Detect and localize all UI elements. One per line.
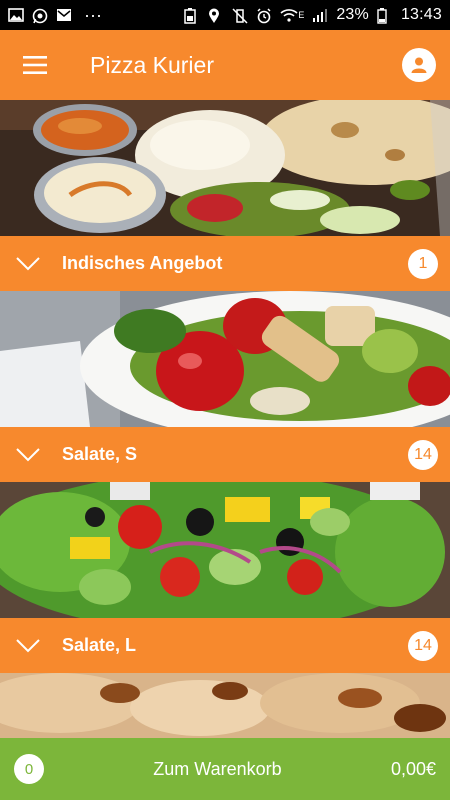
chevron-down-icon [16, 447, 40, 461]
cart-button-label: Zum Warenkorb [153, 758, 282, 779]
cart-count-badge: 0 [14, 754, 44, 784]
status-bar-right: E 23% 13:43 [184, 6, 442, 24]
mail-icon [56, 8, 72, 22]
chevron-down-icon [16, 638, 40, 652]
category-header-indisches-angebot[interactable]: Indisches Angebot 1 [0, 236, 450, 291]
grilled-chicken-photo [0, 673, 450, 738]
location-icon [208, 8, 224, 23]
indian-curry-rice-photo [0, 100, 450, 236]
battery-percent: 23% [336, 6, 369, 23]
wifi-icon [280, 8, 298, 22]
signal-icon [312, 8, 328, 22]
app-bar: Pizza Kurier [0, 30, 450, 100]
profile-button[interactable] [402, 48, 436, 82]
battery-saver-icon [184, 8, 200, 24]
hamburger-menu-button[interactable] [20, 50, 50, 80]
category-image-salate-l[interactable] [0, 482, 450, 618]
network-type-label: E [298, 10, 305, 20]
alarm-icon [256, 8, 272, 24]
vibrate-off-icon [232, 8, 248, 24]
battery-icon [377, 8, 393, 24]
status-bar: ··· E 23% 13:43 [0, 0, 450, 30]
category-count-badge: 14 [408, 439, 438, 470]
category-name: Salate, S [62, 444, 138, 464]
category-count-badge: 1 [408, 248, 438, 279]
hamburger-menu-icon [23, 56, 47, 74]
app-title: Pizza Kurier [90, 51, 214, 78]
status-bar-left: ··· [8, 6, 102, 24]
category-count-badge: 14 [408, 630, 438, 661]
category-image-indisches-angebot[interactable] [0, 100, 450, 236]
category-image-salate-s[interactable] [0, 291, 450, 427]
gallery-icon [8, 8, 24, 22]
greek-salad-photo [0, 482, 450, 618]
category-list[interactable]: Indisches Angebot 1 Salate, S 14 Salate,… [0, 100, 450, 738]
category-header-salate-s[interactable]: Salate, S 14 [0, 427, 450, 482]
chevron-down-icon [16, 256, 40, 270]
chicken-salad-photo [0, 291, 450, 427]
user-icon [411, 57, 427, 73]
category-name: Salate, L [62, 635, 137, 655]
cart-bar[interactable]: 0 Zum Warenkorb 0,00€ [0, 738, 450, 800]
category-header-salate-l[interactable]: Salate, L 14 [0, 618, 450, 673]
more-dots-icon: ··· [84, 5, 102, 25]
cart-total: 0,00€ [390, 758, 436, 779]
category-image-partial[interactable] [0, 673, 450, 738]
category-name: Indisches Angebot [62, 253, 223, 273]
status-time: 13:43 [400, 6, 442, 23]
whatsapp-icon [32, 8, 48, 24]
